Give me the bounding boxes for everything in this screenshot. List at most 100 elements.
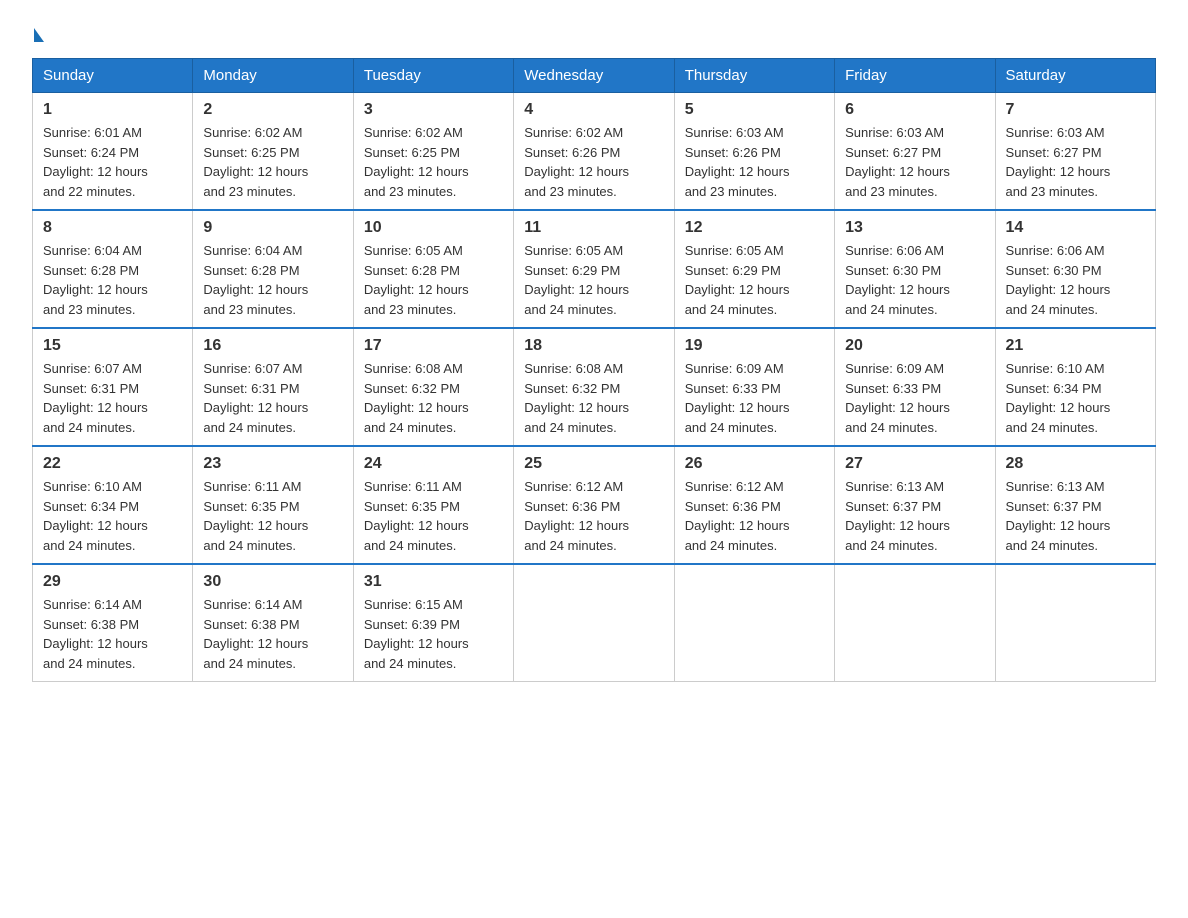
- calendar-cell: [995, 564, 1155, 682]
- calendar-cell: 5 Sunrise: 6:03 AM Sunset: 6:26 PM Dayli…: [674, 93, 834, 211]
- day-number: 21: [1006, 337, 1145, 355]
- calendar-cell: 11 Sunrise: 6:05 AM Sunset: 6:29 PM Dayl…: [514, 210, 674, 328]
- day-number: 11: [524, 219, 663, 237]
- calendar-week-row: 15 Sunrise: 6:07 AM Sunset: 6:31 PM Dayl…: [33, 328, 1156, 446]
- day-info: Sunrise: 6:14 AM Sunset: 6:38 PM Dayligh…: [203, 595, 342, 673]
- calendar-cell: 20 Sunrise: 6:09 AM Sunset: 6:33 PM Dayl…: [835, 328, 995, 446]
- calendar-cell: 27 Sunrise: 6:13 AM Sunset: 6:37 PM Dayl…: [835, 446, 995, 564]
- calendar-cell: 2 Sunrise: 6:02 AM Sunset: 6:25 PM Dayli…: [193, 93, 353, 211]
- calendar-cell: 3 Sunrise: 6:02 AM Sunset: 6:25 PM Dayli…: [353, 93, 513, 211]
- day-info: Sunrise: 6:03 AM Sunset: 6:27 PM Dayligh…: [845, 123, 984, 201]
- calendar-cell: 17 Sunrise: 6:08 AM Sunset: 6:32 PM Dayl…: [353, 328, 513, 446]
- day-info: Sunrise: 6:06 AM Sunset: 6:30 PM Dayligh…: [1006, 241, 1145, 319]
- day-number: 28: [1006, 455, 1145, 473]
- calendar-cell: 22 Sunrise: 6:10 AM Sunset: 6:34 PM Dayl…: [33, 446, 193, 564]
- calendar-week-row: 8 Sunrise: 6:04 AM Sunset: 6:28 PM Dayli…: [33, 210, 1156, 328]
- calendar-cell: 25 Sunrise: 6:12 AM Sunset: 6:36 PM Dayl…: [514, 446, 674, 564]
- day-info: Sunrise: 6:04 AM Sunset: 6:28 PM Dayligh…: [203, 241, 342, 319]
- calendar-cell: [514, 564, 674, 682]
- day-number: 26: [685, 455, 824, 473]
- day-number: 4: [524, 101, 663, 119]
- day-number: 12: [685, 219, 824, 237]
- day-number: 27: [845, 455, 984, 473]
- calendar-cell: [835, 564, 995, 682]
- calendar-cell: 15 Sunrise: 6:07 AM Sunset: 6:31 PM Dayl…: [33, 328, 193, 446]
- calendar-cell: 10 Sunrise: 6:05 AM Sunset: 6:28 PM Dayl…: [353, 210, 513, 328]
- calendar-cell: 6 Sunrise: 6:03 AM Sunset: 6:27 PM Dayli…: [835, 93, 995, 211]
- day-info: Sunrise: 6:09 AM Sunset: 6:33 PM Dayligh…: [685, 359, 824, 437]
- day-info: Sunrise: 6:15 AM Sunset: 6:39 PM Dayligh…: [364, 595, 503, 673]
- day-info: Sunrise: 6:02 AM Sunset: 6:26 PM Dayligh…: [524, 123, 663, 201]
- day-info: Sunrise: 6:05 AM Sunset: 6:28 PM Dayligh…: [364, 241, 503, 319]
- day-number: 5: [685, 101, 824, 119]
- day-number: 17: [364, 337, 503, 355]
- calendar-cell: 30 Sunrise: 6:14 AM Sunset: 6:38 PM Dayl…: [193, 564, 353, 682]
- day-number: 25: [524, 455, 663, 473]
- day-number: 9: [203, 219, 342, 237]
- day-info: Sunrise: 6:05 AM Sunset: 6:29 PM Dayligh…: [685, 241, 824, 319]
- day-info: Sunrise: 6:13 AM Sunset: 6:37 PM Dayligh…: [845, 477, 984, 555]
- day-info: Sunrise: 6:09 AM Sunset: 6:33 PM Dayligh…: [845, 359, 984, 437]
- calendar-week-row: 29 Sunrise: 6:14 AM Sunset: 6:38 PM Dayl…: [33, 564, 1156, 682]
- day-info: Sunrise: 6:05 AM Sunset: 6:29 PM Dayligh…: [524, 241, 663, 319]
- calendar-header-saturday: Saturday: [995, 59, 1155, 93]
- day-number: 18: [524, 337, 663, 355]
- calendar-cell: 1 Sunrise: 6:01 AM Sunset: 6:24 PM Dayli…: [33, 93, 193, 211]
- calendar-header-row: SundayMondayTuesdayWednesdayThursdayFrid…: [33, 59, 1156, 93]
- day-number: 29: [43, 573, 182, 591]
- calendar-cell: 23 Sunrise: 6:11 AM Sunset: 6:35 PM Dayl…: [193, 446, 353, 564]
- day-number: 14: [1006, 219, 1145, 237]
- calendar-cell: 16 Sunrise: 6:07 AM Sunset: 6:31 PM Dayl…: [193, 328, 353, 446]
- calendar-header-thursday: Thursday: [674, 59, 834, 93]
- calendar-header-sunday: Sunday: [33, 59, 193, 93]
- day-number: 16: [203, 337, 342, 355]
- day-info: Sunrise: 6:14 AM Sunset: 6:38 PM Dayligh…: [43, 595, 182, 673]
- calendar-header-monday: Monday: [193, 59, 353, 93]
- day-number: 3: [364, 101, 503, 119]
- day-number: 22: [43, 455, 182, 473]
- day-info: Sunrise: 6:08 AM Sunset: 6:32 PM Dayligh…: [364, 359, 503, 437]
- day-info: Sunrise: 6:10 AM Sunset: 6:34 PM Dayligh…: [1006, 359, 1145, 437]
- calendar-cell: 12 Sunrise: 6:05 AM Sunset: 6:29 PM Dayl…: [674, 210, 834, 328]
- day-number: 2: [203, 101, 342, 119]
- day-info: Sunrise: 6:03 AM Sunset: 6:26 PM Dayligh…: [685, 123, 824, 201]
- calendar-table: SundayMondayTuesdayWednesdayThursdayFrid…: [32, 58, 1156, 682]
- day-number: 24: [364, 455, 503, 473]
- calendar-cell: 29 Sunrise: 6:14 AM Sunset: 6:38 PM Dayl…: [33, 564, 193, 682]
- day-info: Sunrise: 6:01 AM Sunset: 6:24 PM Dayligh…: [43, 123, 182, 201]
- calendar-cell: 7 Sunrise: 6:03 AM Sunset: 6:27 PM Dayli…: [995, 93, 1155, 211]
- day-info: Sunrise: 6:06 AM Sunset: 6:30 PM Dayligh…: [845, 241, 984, 319]
- day-number: 20: [845, 337, 984, 355]
- day-info: Sunrise: 6:12 AM Sunset: 6:36 PM Dayligh…: [524, 477, 663, 555]
- calendar-week-row: 1 Sunrise: 6:01 AM Sunset: 6:24 PM Dayli…: [33, 93, 1156, 211]
- day-number: 30: [203, 573, 342, 591]
- calendar-cell: 18 Sunrise: 6:08 AM Sunset: 6:32 PM Dayl…: [514, 328, 674, 446]
- calendar-week-row: 22 Sunrise: 6:10 AM Sunset: 6:34 PM Dayl…: [33, 446, 1156, 564]
- calendar-cell: 14 Sunrise: 6:06 AM Sunset: 6:30 PM Dayl…: [995, 210, 1155, 328]
- day-info: Sunrise: 6:11 AM Sunset: 6:35 PM Dayligh…: [203, 477, 342, 555]
- calendar-cell: 31 Sunrise: 6:15 AM Sunset: 6:39 PM Dayl…: [353, 564, 513, 682]
- day-number: 15: [43, 337, 182, 355]
- day-info: Sunrise: 6:07 AM Sunset: 6:31 PM Dayligh…: [203, 359, 342, 437]
- calendar-cell: 9 Sunrise: 6:04 AM Sunset: 6:28 PM Dayli…: [193, 210, 353, 328]
- day-number: 10: [364, 219, 503, 237]
- calendar-cell: 26 Sunrise: 6:12 AM Sunset: 6:36 PM Dayl…: [674, 446, 834, 564]
- day-number: 13: [845, 219, 984, 237]
- calendar-cell: 19 Sunrise: 6:09 AM Sunset: 6:33 PM Dayl…: [674, 328, 834, 446]
- day-info: Sunrise: 6:13 AM Sunset: 6:37 PM Dayligh…: [1006, 477, 1145, 555]
- day-number: 7: [1006, 101, 1145, 119]
- calendar-cell: 24 Sunrise: 6:11 AM Sunset: 6:35 PM Dayl…: [353, 446, 513, 564]
- day-info: Sunrise: 6:02 AM Sunset: 6:25 PM Dayligh…: [364, 123, 503, 201]
- day-info: Sunrise: 6:03 AM Sunset: 6:27 PM Dayligh…: [1006, 123, 1145, 201]
- logo-triangle-icon: [34, 28, 44, 42]
- day-number: 1: [43, 101, 182, 119]
- day-number: 23: [203, 455, 342, 473]
- day-info: Sunrise: 6:11 AM Sunset: 6:35 PM Dayligh…: [364, 477, 503, 555]
- day-info: Sunrise: 6:10 AM Sunset: 6:34 PM Dayligh…: [43, 477, 182, 555]
- day-number: 8: [43, 219, 182, 237]
- day-number: 19: [685, 337, 824, 355]
- calendar-cell: 4 Sunrise: 6:02 AM Sunset: 6:26 PM Dayli…: [514, 93, 674, 211]
- logo: [32, 24, 44, 42]
- day-number: 31: [364, 573, 503, 591]
- calendar-header-tuesday: Tuesday: [353, 59, 513, 93]
